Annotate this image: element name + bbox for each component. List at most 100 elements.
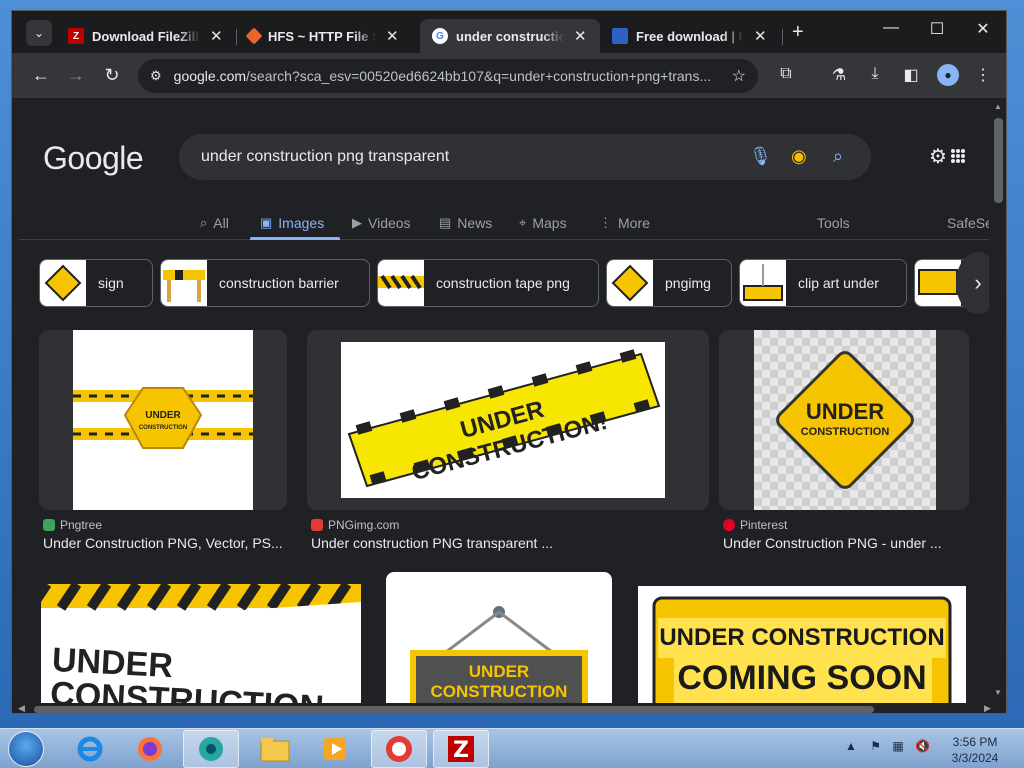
taskbar-media-player[interactable] — [307, 730, 363, 768]
tab-label: Videos — [368, 215, 411, 231]
image-text: CONSTRUCTION — [800, 426, 890, 438]
safesearch-button[interactable]: SafeSe — [947, 210, 989, 236]
taskbar-filezilla[interactable]: Z — [433, 730, 489, 768]
tab-search-button[interactable]: ⌄ — [26, 20, 52, 46]
result-source-3[interactable]: Pinterest — [723, 518, 787, 532]
close-tab-icon[interactable]: ✕ — [386, 27, 399, 45]
internet-explorer-icon — [77, 736, 103, 762]
search-icon[interactable]: ⌕ — [833, 146, 843, 167]
extensions-icon[interactable]: ⧉ — [775, 65, 797, 83]
vertical-scrollbar[interactable]: ▲ ▼ — [989, 100, 1006, 703]
back-button[interactable]: ← — [29, 65, 53, 86]
tab-label: Maps — [532, 215, 567, 231]
chip-label: pngimg — [665, 275, 711, 291]
tab-filezilla[interactable]: Z Download FileZilla C ✕ — [56, 19, 236, 53]
download-icon[interactable]: ⤓ — [864, 65, 886, 83]
maximize-button[interactable]: ☐ — [914, 19, 960, 39]
tab-images[interactable]: ▣ Images — [260, 210, 324, 236]
taskbar-file-explorer[interactable] — [247, 730, 303, 768]
horizontal-scrollbar[interactable]: ◀ ▶ — [12, 703, 1006, 713]
result-title-1[interactable]: Under Construction PNG, Vector, PS... — [43, 535, 283, 551]
scroll-up-arrow-icon[interactable]: ▲ — [994, 102, 1002, 111]
profile-avatar[interactable]: ● — [937, 64, 959, 86]
tab-google-search[interactable]: G under construction p ✕ — [420, 19, 600, 53]
page-content: Google 🎙 ◉ ⌕ ⚙ ⌕ All ▣ Images ▶ Videos ▤ New… — [19, 100, 989, 703]
tray-expand-icon[interactable]: ▲ — [845, 739, 857, 753]
result-image-4[interactable]: UNDER CONSTRUCTION — [41, 584, 361, 703]
result-source-2[interactable]: PNGimg.com — [311, 518, 399, 532]
network-icon[interactable]: ▦ — [892, 739, 903, 753]
taskbar-firefox[interactable] — [122, 730, 178, 768]
scroll-down-arrow-icon[interactable]: ▼ — [994, 688, 1002, 697]
chip-sign[interactable]: sign — [39, 259, 153, 307]
chip-thumbnail — [40, 260, 86, 306]
tab-title: HFS ~ HTTP File Ser — [268, 28, 376, 44]
reload-icon: ↻ — [104, 65, 120, 85]
start-button[interactable] — [8, 731, 44, 767]
volume-muted-icon[interactable]: 🔇 — [915, 739, 930, 753]
close-tab-icon[interactable]: ✕ — [574, 27, 587, 45]
taskbar-chrome[interactable] — [183, 730, 239, 768]
site-icon — [612, 28, 628, 44]
reload-button[interactable]: ↻ — [100, 65, 124, 86]
menu-kebab-icon[interactable]: ⋮ — [972, 65, 994, 85]
chip-pngimg[interactable]: pngimg — [606, 259, 732, 307]
scroll-right-arrow-icon[interactable]: ▶ — [984, 703, 991, 713]
result-image-6[interactable]: UNDER CONSTRUCTION COMING SOON — [638, 586, 966, 703]
tab-videos[interactable]: ▶ Videos — [352, 210, 411, 236]
result-image-1[interactable]: UNDER CONSTRUCTION — [73, 330, 253, 510]
result-image-5[interactable]: UNDER CONSTRUCTION — [386, 572, 612, 703]
search-input[interactable] — [201, 148, 721, 166]
result-title-3[interactable]: Under Construction PNG - under ... — [723, 535, 942, 551]
chip-construction-barrier[interactable]: construction barrier — [160, 259, 370, 307]
labs-flask-icon[interactable]: ⚗ — [828, 65, 850, 85]
flag-icon[interactable]: ⚑ — [870, 739, 881, 753]
url-text[interactable]: google.com/search?sca_esv=00520ed6624bb1… — [174, 68, 714, 84]
image-text: UNDER — [468, 662, 530, 681]
google-logo[interactable]: Google — [43, 140, 144, 177]
tab-maps[interactable]: ⌖ Maps — [519, 210, 567, 236]
close-tab-icon[interactable]: ✕ — [210, 27, 223, 45]
address-bar[interactable]: ⚙ google.com/search?sca_esv=00520ed6624b… — [138, 59, 758, 93]
scrollbar-thumb[interactable] — [34, 706, 874, 713]
side-panel-icon[interactable]: ◧ — [900, 65, 922, 85]
url-host: google.com — [173, 68, 247, 84]
tab-hfs[interactable]: HFS ~ HTTP File Ser ✕ — [236, 19, 416, 53]
forward-button[interactable]: → — [64, 65, 88, 86]
hfs-icon — [245, 27, 263, 45]
close-tab-icon[interactable]: ✕ — [754, 27, 767, 45]
settings-gear-icon[interactable]: ⚙ — [929, 144, 947, 169]
minimize-button[interactable]: — — [868, 19, 914, 37]
news-icon: ▤ — [439, 215, 452, 230]
chevron-down-icon: ⌄ — [33, 26, 45, 40]
scrollbar-thumb[interactable] — [994, 118, 1003, 203]
tab-all[interactable]: ⌕ All — [200, 210, 229, 236]
result-title-2[interactable]: Under construction PNG transparent ... — [311, 535, 553, 551]
result-image-3[interactable]: UNDER CONSTRUCTION — [754, 330, 936, 510]
site-info-icon[interactable]: ⚙ — [150, 68, 162, 84]
tab-more[interactable]: ⋮ More — [599, 210, 650, 236]
source-name: PNGimg.com — [328, 518, 400, 532]
firefox-icon — [138, 737, 162, 761]
close-window-button[interactable]: ✕ — [960, 19, 1006, 39]
tab-free-download[interactable]: Free download | Und ✕ — [600, 19, 780, 53]
chip-construction-tape[interactable]: construction tape png — [377, 259, 599, 307]
taskbar-internet-explorer[interactable] — [62, 730, 118, 768]
result-source-1[interactable]: Pngtree — [43, 518, 102, 532]
chip-clip-art-under[interactable]: clip art under — [739, 259, 907, 307]
google-lens-icon[interactable]: ◉ — [791, 146, 807, 167]
apps-grid-icon[interactable] — [951, 149, 965, 163]
search-box[interactable]: 🎙 ◉ ⌕ — [179, 134, 871, 180]
record-icon — [386, 736, 412, 762]
arrow-left-icon: ← — [32, 65, 50, 85]
bookmark-star-icon[interactable]: ☆ — [732, 66, 746, 86]
chip-label: construction tape png — [436, 275, 570, 291]
tools-button[interactable]: Tools — [817, 210, 850, 236]
tab-news[interactable]: ▤ News — [439, 210, 492, 236]
microphone-icon[interactable]: 🎙 — [749, 146, 772, 167]
result-image-2[interactable]: UNDER CONSTRUCTION! — [341, 342, 665, 498]
new-tab-button[interactable]: + — [792, 21, 804, 44]
scroll-left-arrow-icon[interactable]: ◀ — [18, 703, 25, 713]
taskbar-recorder[interactable] — [371, 730, 427, 768]
taskbar-clock[interactable]: 3:56 PM 3/3/2024 — [940, 734, 1010, 766]
